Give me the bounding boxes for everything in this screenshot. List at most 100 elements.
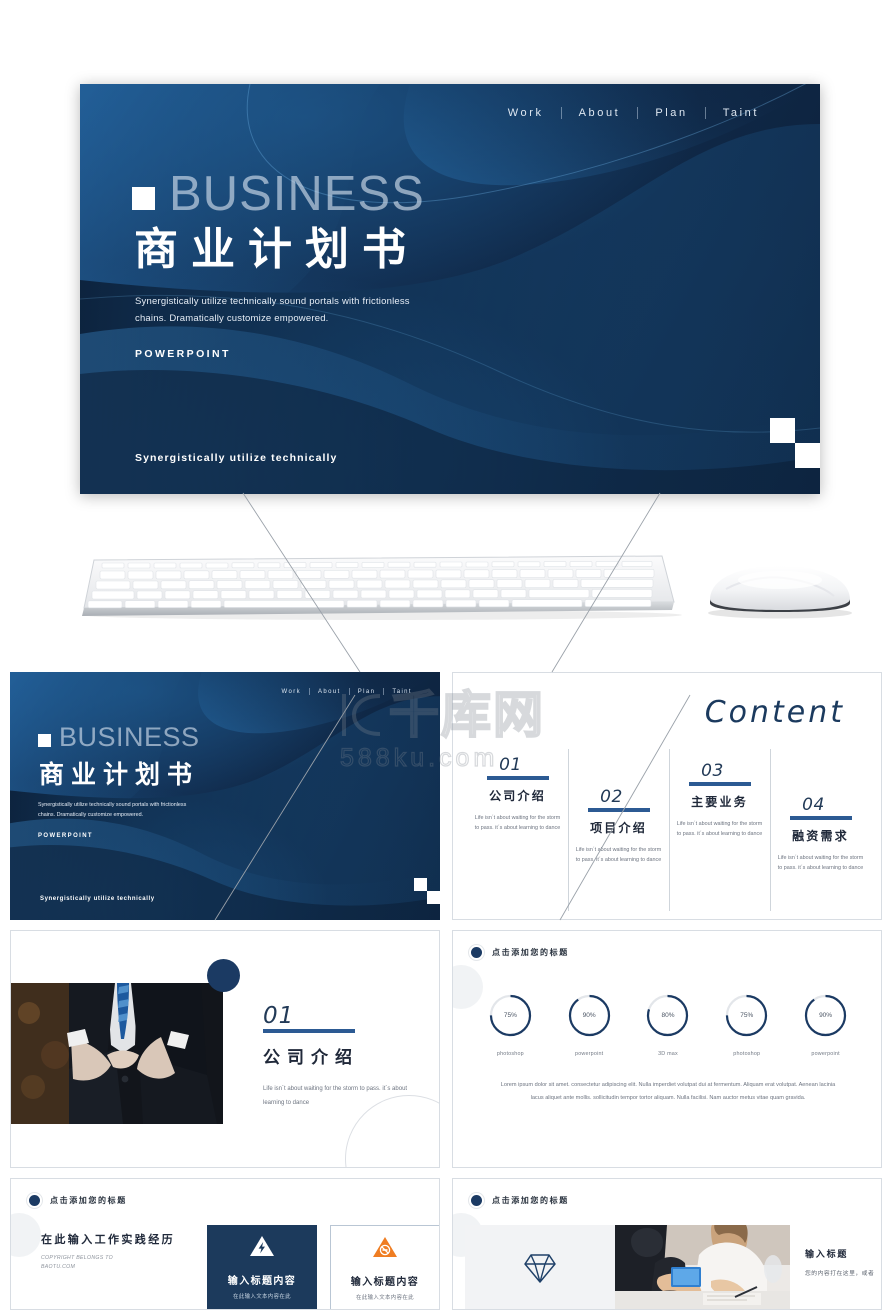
section-desc: Life isn´t about waiting for the storm t… xyxy=(263,1086,408,1106)
brand-row: BUSINESS xyxy=(132,170,425,219)
donut-item: 90% powerpoint xyxy=(567,993,612,1057)
content-item-01[interactable]: 01 公司介绍 Life isn´t about waiting for the… xyxy=(467,755,568,905)
businessman-photo xyxy=(11,983,223,1124)
content-columns: 01 公司介绍 Life isn´t about waiting for the… xyxy=(467,749,871,911)
poster-canvas: Work About Plan Taint BUSINESS 商业计划书 Syn… xyxy=(0,0,892,1310)
donut-item: 90% powerpoint xyxy=(803,993,848,1057)
mini-nav-item-work[interactable]: Work xyxy=(274,689,310,695)
hero-nav[interactable]: Work About Plan Taint xyxy=(491,106,776,120)
mini-nav-item-plan[interactable]: Plan xyxy=(350,689,384,695)
mini-checker-decoration xyxy=(414,878,440,904)
donut-value: 80% xyxy=(661,1012,675,1019)
nav-item-work[interactable]: Work xyxy=(491,106,561,120)
donut-item: 75% photoshop xyxy=(724,993,769,1057)
hero-content: BUSINESS 商业计划书 Synergistically utilize t… xyxy=(132,170,425,360)
mini-nav-item-about[interactable]: About xyxy=(310,689,349,695)
nav-item-taint[interactable]: Taint xyxy=(706,106,776,120)
diamond-title: 输入标题 xyxy=(805,1250,849,1260)
donut-value: 75% xyxy=(740,1012,754,1019)
hero-subtitle: Synergistically utilize technically soun… xyxy=(135,293,425,328)
copyright-line2: BAOTU.COM xyxy=(41,1264,76,1271)
hero-footer: Synergistically utilize technically xyxy=(135,452,338,464)
donut-value: 90% xyxy=(582,1012,596,1019)
slide-thumbnail-content[interactable]: Content 01 公司介绍 Life isn´t about waiting… xyxy=(452,672,882,920)
content-item-bar xyxy=(789,816,852,820)
hero-subtitle-line2: chains. Dramatically customize empowered… xyxy=(135,313,329,325)
section-title: 公司介绍 xyxy=(263,1048,359,1068)
mini-brand-square-icon xyxy=(38,733,51,747)
hero-subtitle-line1: Synergistically utilize technically soun… xyxy=(135,295,410,307)
donut-value: 90% xyxy=(819,1012,833,1019)
mini-hero-nav[interactable]: Work About Plan Taint xyxy=(274,688,420,695)
checker-decoration xyxy=(770,418,820,468)
mini-hero: Work About Plan Taint BUSINESS 商业计划书 Syn… xyxy=(10,672,440,920)
donut-label: powerpoint xyxy=(575,1051,604,1057)
mini-subtitle-line2: chains. Dramatically customize empowered… xyxy=(38,812,144,819)
content-item-title: 项目介绍 xyxy=(590,820,647,835)
mouse-mockup xyxy=(692,556,867,622)
slide-thumbnail-section-01[interactable]: 01 公司介绍 Life isn´t about waiting for the… xyxy=(10,930,440,1168)
donut-label: photoshop xyxy=(733,1051,761,1057)
slide-thumbnail-cover[interactable]: Work About Plan Taint BUSINESS 商业计划书 Syn… xyxy=(10,672,440,920)
keyboard-mockup xyxy=(62,552,682,622)
bullet-dot-icon xyxy=(471,1195,482,1206)
nav-item-about[interactable]: About xyxy=(562,106,638,120)
diamond-slide-header: 点击添加您的标题 xyxy=(471,1195,569,1206)
section-bar xyxy=(263,1029,355,1033)
bullet-dot-icon xyxy=(471,947,482,958)
slide-thumbnail-diamond[interactable]: 点击添加您的标题 输入标题 您的内容打在这里，或者 xyxy=(452,1178,882,1310)
donut-value: 75% xyxy=(503,1012,517,1019)
skills-slide-header: 点击添加您的标题 xyxy=(471,947,569,958)
copyright-line1: COPYRIGHT BELONGS TO xyxy=(41,1255,113,1261)
donut-ring: 80% xyxy=(645,993,690,1038)
content-item-number: 02 xyxy=(600,787,623,807)
content-item-number: 04 xyxy=(802,795,825,815)
card-title: 输入标题内容 xyxy=(350,1277,420,1288)
donut-ring: 75% xyxy=(724,993,769,1038)
meeting-photo xyxy=(615,1225,790,1309)
experience-header-label: 点击添加您的标题 xyxy=(50,1196,127,1205)
content-item-02[interactable]: 02 项目介绍 Life isn´t about waiting for the… xyxy=(568,749,669,911)
mini-hero-subtitle: Synergistically utilize technically soun… xyxy=(38,800,200,821)
content-item-number: 01 xyxy=(499,755,522,775)
mini-hero-content: BUSINESS 商业计划书 Synergistically utilize t… xyxy=(38,724,200,839)
content-item-title: 公司介绍 xyxy=(489,788,546,803)
slide-thumbnail-experience[interactable]: 点击添加您的标题 在此输入工作实践经历 COPYRIGHT BELONGS TO… xyxy=(10,1178,440,1310)
donut-ring: 90% xyxy=(803,993,848,1038)
warning-bolt-icon xyxy=(250,1236,274,1256)
warning-no-smoking-icon xyxy=(373,1237,397,1257)
nav-item-plan[interactable]: Plan xyxy=(638,106,704,120)
brand-word: BUSINESS xyxy=(169,167,425,221)
experience-left-block: 在此输入工作实践经历 COPYRIGHT BELONGS TO BAOTU.CO… xyxy=(41,1231,206,1273)
section-text-block: 01 公司介绍 Life isn´t about waiting for the… xyxy=(263,1003,423,1111)
slide-thumbnail-skills[interactable]: 点击添加您的标题 75% photoshop 90% powerpoint 80… xyxy=(452,930,882,1168)
donut-ring: 75% xyxy=(488,993,533,1038)
content-item-03[interactable]: 03 主要业务 Life isn´t about waiting for the… xyxy=(669,749,770,911)
content-item-bar xyxy=(688,782,751,786)
skills-paragraph: Lorem ipsum dolor sit amet. consectetur … xyxy=(500,1082,836,1101)
experience-card-2[interactable]: 输入标题内容 在此输入文本内容在此 xyxy=(330,1225,439,1309)
content-item-04[interactable]: 04 融资需求 Life isn´t about waiting for the… xyxy=(770,749,871,911)
diamond-subtitle: 您的内容打在这里，或者 xyxy=(805,1271,875,1277)
content-item-bar xyxy=(486,776,549,780)
donut-label: 3D max xyxy=(658,1051,678,1057)
diamond-panel xyxy=(465,1225,615,1309)
experience-card-1[interactable]: 输入标题内容 在此输入文本内容在此 xyxy=(207,1225,317,1309)
hero-kicker: POWERPOINT xyxy=(135,347,231,360)
ghost-circle-decoration xyxy=(11,1213,41,1257)
diamond-header-label: 点击添加您的标题 xyxy=(492,1196,569,1205)
hero-slide: Work About Plan Taint BUSINESS 商业计划书 Syn… xyxy=(80,84,820,494)
content-item-desc: Life isn´t about waiting for the storm t… xyxy=(474,814,561,832)
donut-item: 75% photoshop xyxy=(488,993,533,1057)
accent-dot xyxy=(207,959,240,992)
mini-hero-kicker: POWERPOINT xyxy=(38,832,94,839)
mini-hero-footer: Synergistically utilize technically xyxy=(40,896,155,902)
donut-label: powerpoint xyxy=(811,1051,840,1057)
donut-label: photoshop xyxy=(496,1051,524,1057)
donut-chart-group: 75% photoshop 90% powerpoint 80% 3D max … xyxy=(471,993,865,1057)
mini-nav-item-taint[interactable]: Taint xyxy=(384,689,420,695)
content-item-title: 融资需求 xyxy=(792,828,849,843)
content-item-bar xyxy=(587,808,650,812)
brand-square-icon xyxy=(132,187,155,210)
mini-brand-word: BUSINESS xyxy=(59,722,200,752)
